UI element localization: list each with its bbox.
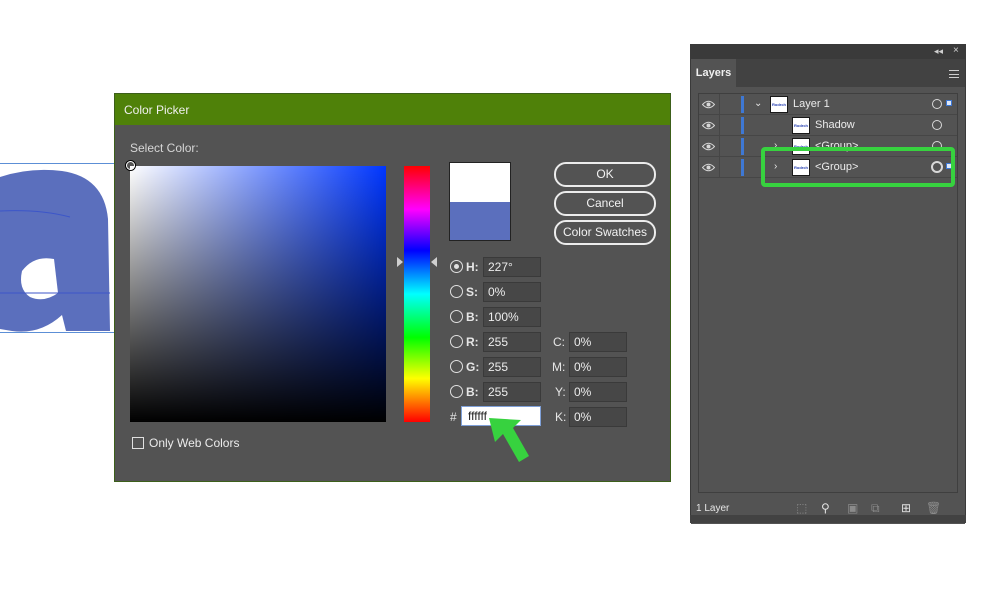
blue-label: B: — [466, 385, 479, 399]
hue-slider-handle-left[interactable] — [397, 257, 403, 267]
select-color-label: Select Color: — [130, 141, 199, 155]
tab-layers[interactable]: Layers — [691, 59, 736, 87]
hue-label: H: — [466, 260, 479, 274]
green-radio[interactable] — [450, 360, 463, 373]
lock-column[interactable] — [719, 157, 720, 178]
cyan-field[interactable]: 0% — [569, 332, 627, 352]
red-label: R: — [466, 335, 479, 349]
hex-label: # — [450, 410, 457, 424]
black-label: K: — [555, 410, 567, 424]
layer-color-bar — [741, 159, 744, 176]
target-circle-icon[interactable] — [932, 120, 942, 130]
visibility-eye-icon[interactable] — [702, 142, 715, 151]
cyan-label: C: — [553, 335, 565, 349]
saturation-label: S: — [466, 285, 478, 299]
panel-resize-handle[interactable] — [690, 515, 966, 523]
color-field-cursor[interactable] — [126, 161, 135, 170]
layer-row-shadow[interactable]: Rodrch Shadow — [699, 115, 957, 136]
only-web-colors-label: Only Web Colors — [149, 436, 240, 450]
trash-icon[interactable]: 🗑 — [926, 501, 941, 515]
artboard-bounds — [0, 163, 116, 333]
layers-panel: ◂◂ × Layers ⌄ Rodrch Layer 1 Rodrch Shad… — [690, 44, 966, 524]
panel-tab-bar: Layers — [691, 59, 965, 87]
clip-mask-icon[interactable]: ▣ — [847, 501, 858, 515]
current-color-swatch[interactable] — [449, 202, 511, 241]
lock-column[interactable] — [719, 94, 720, 115]
saturation-field[interactable]: 0% — [483, 282, 541, 302]
selection-indicator[interactable] — [946, 100, 952, 106]
red-radio[interactable] — [450, 335, 463, 348]
layer-row-layer-1[interactable]: ⌄ Rodrch Layer 1 — [699, 94, 957, 115]
color-field[interactable] — [130, 166, 386, 422]
layer-count: 1 Layer — [696, 503, 730, 514]
cancel-button[interactable]: Cancel — [554, 191, 656, 216]
green-field[interactable]: 255 — [483, 357, 541, 377]
hue-slider-handle-right[interactable] — [431, 257, 437, 267]
brightness-field[interactable]: 100% — [483, 307, 541, 327]
yellow-label: Y: — [555, 385, 566, 399]
blue-field[interactable]: 255 — [483, 382, 541, 402]
visibility-eye-icon[interactable] — [702, 121, 715, 130]
hue-slider[interactable] — [404, 166, 430, 422]
visibility-eye-icon[interactable] — [702, 100, 715, 109]
hue-field[interactable]: 227° — [483, 257, 541, 277]
only-web-colors-checkbox[interactable] — [132, 437, 144, 449]
collapse-panel-icon[interactable]: ◂◂ — [934, 46, 943, 57]
brightness-radio[interactable] — [450, 310, 463, 323]
layer-name[interactable]: Shadow — [815, 119, 855, 131]
color-picker-dialog: Color Picker Select Color: OK Cancel Col… — [114, 93, 671, 482]
blue-radio[interactable] — [450, 385, 463, 398]
saturation-radio[interactable] — [450, 285, 463, 298]
lock-column[interactable] — [719, 136, 720, 157]
ok-button[interactable]: OK — [554, 162, 656, 187]
magenta-field[interactable]: 0% — [569, 357, 627, 377]
green-label: G: — [466, 360, 480, 374]
layer-color-bar — [741, 96, 744, 113]
layer-color-bar — [741, 138, 744, 155]
magenta-label: M: — [552, 360, 566, 374]
dialog-title: Color Picker — [124, 103, 190, 117]
close-panel-icon[interactable]: × — [953, 45, 959, 56]
dialog-title-bar[interactable]: Color Picker — [115, 94, 670, 125]
layer-thumbnail: Rodrch — [792, 117, 810, 134]
chevron-down-icon[interactable]: ⌄ — [754, 98, 762, 109]
lock-column[interactable] — [719, 115, 720, 136]
visibility-eye-icon[interactable] — [702, 163, 715, 172]
export-icon[interactable]: ⬚ — [796, 501, 807, 515]
search-icon[interactable]: ⚲ — [821, 501, 830, 515]
black-field[interactable]: 0% — [569, 407, 627, 427]
panel-menu-icon[interactable] — [949, 70, 959, 78]
layer-color-bar — [741, 117, 744, 134]
new-color-swatch — [449, 162, 511, 202]
hue-radio[interactable] — [450, 260, 463, 273]
yellow-field[interactable]: 0% — [569, 382, 627, 402]
layer-name[interactable]: Layer 1 — [793, 98, 830, 110]
red-field[interactable]: 255 — [483, 332, 541, 352]
pointer-arrow-icon — [489, 418, 529, 462]
new-sublayer-icon[interactable]: ⧉ — [871, 501, 880, 516]
color-swatches-button[interactable]: Color Swatches — [554, 220, 656, 245]
highlight-box — [761, 147, 955, 187]
target-circle-icon[interactable] — [932, 99, 942, 109]
panel-top-bar: ◂◂ × — [691, 45, 965, 59]
layer-thumbnail: Rodrch — [770, 96, 788, 113]
new-layer-icon[interactable]: ⊞ — [901, 501, 911, 515]
brightness-label: B: — [466, 310, 479, 324]
